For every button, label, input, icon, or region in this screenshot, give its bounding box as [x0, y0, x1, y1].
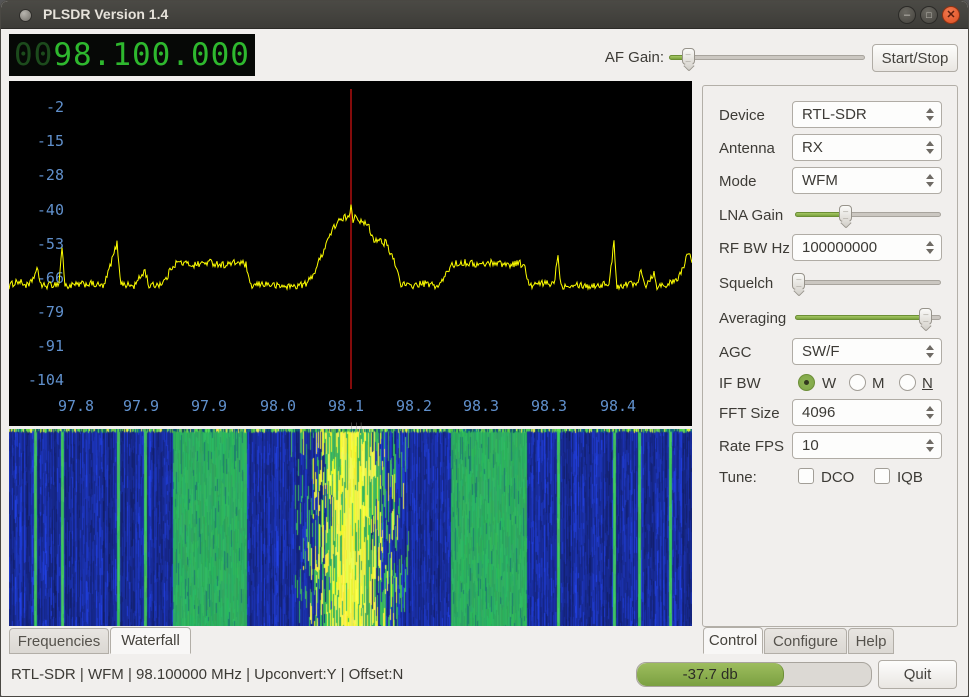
tune-iqb-checkbox[interactable] [874, 468, 890, 484]
frequency-display[interactable]: 0098.100.000 [9, 34, 255, 76]
lna-gain-slider[interactable]: ── [795, 204, 941, 224]
rate-fps-value: 10 [802, 437, 819, 454]
device-value: RTL-SDR [802, 106, 867, 123]
tab-help[interactable]: Help [848, 628, 894, 654]
svg-text:-40: -40 [37, 201, 64, 219]
if-bw-radio-m-label[interactable]: M [872, 375, 885, 392]
if-bw-radio-w[interactable] [798, 374, 815, 391]
svg-text:97.8: 97.8 [58, 397, 94, 415]
af-gain-label: AF Gain: [576, 49, 664, 66]
svg-text:98.1: 98.1 [328, 397, 364, 415]
fft-size-label: FFT Size [719, 405, 780, 422]
svg-text:98.4: 98.4 [600, 397, 636, 415]
spinner-arrows-icon[interactable] [926, 433, 934, 458]
spinner-arrows-icon[interactable] [926, 168, 934, 193]
signal-meter-fill: -37.7 db [637, 663, 784, 686]
squelch-slider[interactable]: ── [795, 272, 941, 292]
app-window: PLSDR Version 1.4 – □ ✕ 0098.100.000 AF … [0, 0, 969, 697]
agc-value: SW/F [802, 343, 840, 360]
tab-configure[interactable]: Configure [764, 628, 847, 654]
tune-dco-checkbox[interactable] [798, 468, 814, 484]
spectrum-display[interactable]: -2-15-28-40-53-66-79-91-10497.897.997.99… [9, 81, 692, 426]
af-gain-slider[interactable]: ── [669, 47, 865, 67]
fft-size-spinbox[interactable]: 4096 [792, 399, 942, 426]
frequency-leading-zeros: 00 [14, 37, 53, 73]
rf-bw-value: 100000000 [802, 239, 877, 256]
antenna-select[interactable]: RX [792, 134, 942, 161]
app-icon [19, 9, 32, 22]
svg-text:98.2: 98.2 [396, 397, 432, 415]
slider-handle-grip: ── [919, 312, 932, 326]
rate-fps-spinbox[interactable]: 10 [792, 432, 942, 459]
if-bw-label: IF BW [719, 375, 761, 392]
if-bw-radio-n[interactable] [899, 374, 916, 391]
lna-gain-label: LNA Gain [719, 207, 783, 224]
spinner-arrows-icon[interactable] [926, 400, 934, 425]
slider-track[interactable] [669, 55, 865, 60]
start-stop-button[interactable]: Start/Stop [872, 44, 958, 72]
svg-text:-91: -91 [37, 337, 64, 355]
fft-size-value: 4096 [802, 404, 835, 421]
svg-text:-2: -2 [46, 98, 64, 116]
averaging-slider[interactable]: ── [795, 307, 941, 327]
slider-fill [795, 315, 926, 320]
tune-dco-label[interactable]: DCO [821, 469, 854, 486]
svg-text:98.3: 98.3 [531, 397, 567, 415]
minimize-icon[interactable]: – [898, 6, 916, 24]
spinner-arrows-icon[interactable] [926, 102, 934, 127]
svg-text:97.9: 97.9 [123, 397, 159, 415]
svg-text:-79: -79 [37, 303, 64, 321]
title-bar[interactable]: PLSDR Version 1.4 – □ ✕ [1, 1, 968, 29]
if-bw-radio-w-label[interactable]: W [822, 375, 836, 392]
rate-fps-label: Rate FPS [719, 438, 784, 455]
rf-bw-spinbox[interactable]: 100000000 [792, 234, 942, 261]
svg-text:98.3: 98.3 [463, 397, 499, 415]
svg-text:98.0: 98.0 [260, 397, 296, 415]
slider-track[interactable] [795, 280, 941, 285]
mode-label: Mode [719, 173, 757, 190]
spectrum-plot: -2-15-28-40-53-66-79-91-10497.897.997.99… [9, 81, 692, 426]
device-label: Device [719, 107, 765, 124]
frequency-value: 98.100.000 [53, 37, 250, 73]
status-text: RTL-SDR | WFM | 98.100000 MHz | Upconver… [11, 666, 403, 683]
slider-handle-grip: ── [682, 52, 695, 66]
svg-text:97.9: 97.9 [191, 397, 227, 415]
spinner-arrows-icon[interactable] [926, 135, 934, 160]
spinner-arrows-icon[interactable] [926, 339, 934, 364]
mode-value: WFM [802, 172, 838, 189]
svg-text:-104: -104 [28, 371, 64, 389]
tune-iqb-label[interactable]: IQB [897, 469, 923, 486]
if-bw-radio-n-label[interactable]: N [922, 375, 933, 392]
svg-text:-28: -28 [37, 166, 64, 184]
antenna-value: RX [802, 139, 823, 156]
control-panel: Device RTL-SDR Antenna RX Mode WFM LNA G… [702, 85, 958, 627]
device-select[interactable]: RTL-SDR [792, 101, 942, 128]
slider-handle-grip: ── [792, 277, 805, 291]
signal-meter: -37.7 db [636, 662, 872, 687]
mode-select[interactable]: WFM [792, 167, 942, 194]
averaging-label: Averaging [719, 310, 786, 327]
if-bw-radio-m[interactable] [849, 374, 866, 391]
waterfall-display[interactable] [9, 429, 692, 626]
agc-label: AGC [719, 344, 752, 361]
tune-label: Tune: [719, 469, 757, 486]
svg-text:-15: -15 [37, 132, 64, 150]
svg-text:-53: -53 [37, 235, 64, 253]
antenna-label: Antenna [719, 140, 775, 157]
close-icon[interactable]: ✕ [942, 6, 960, 24]
spinner-arrows-icon[interactable] [926, 235, 934, 260]
agc-select[interactable]: SW/F [792, 338, 942, 365]
rf-bw-label: RF BW Hz [719, 240, 790, 257]
squelch-label: Squelch [719, 275, 773, 292]
tab-control[interactable]: Control [703, 627, 763, 654]
tab-waterfall[interactable]: Waterfall [110, 627, 191, 654]
tab-frequencies[interactable]: Frequencies [9, 628, 109, 654]
slider-handle-grip: ── [839, 209, 852, 223]
maximize-icon[interactable]: □ [920, 6, 938, 24]
quit-button[interactable]: Quit [878, 660, 957, 689]
window-title: PLSDR Version 1.4 [43, 6, 168, 22]
